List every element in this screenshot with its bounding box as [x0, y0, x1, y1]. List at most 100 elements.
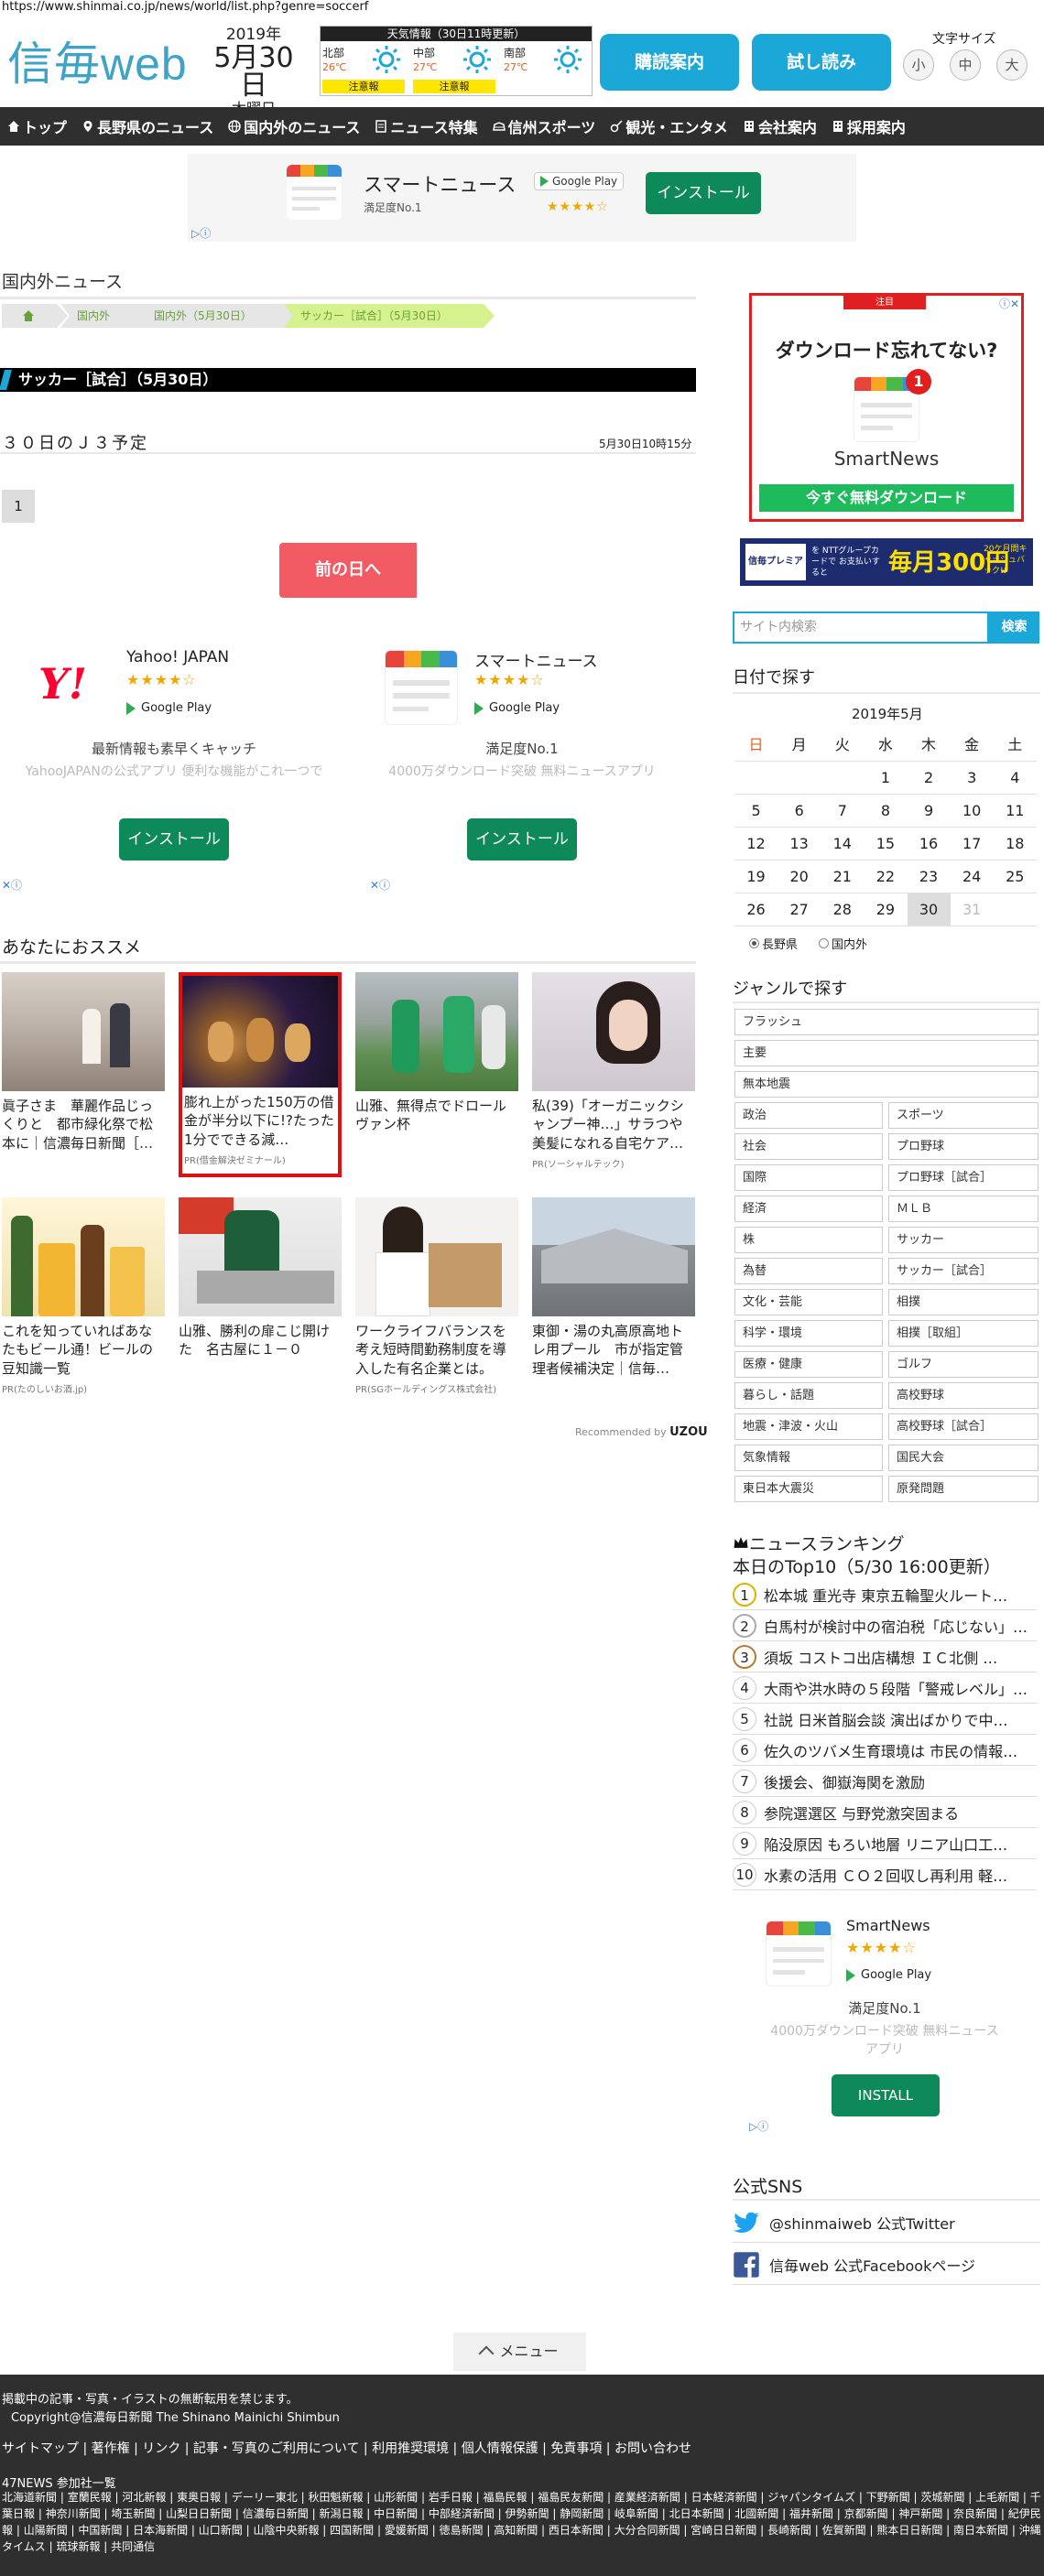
news-company-link[interactable]: 中部経済新聞	[418, 2507, 495, 2520]
ranking-item[interactable]: 6 佐久のツバメ生育環境は 市民の情報…	[733, 1736, 1037, 1766]
news-company-link[interactable]: 中日新聞	[363, 2507, 418, 2520]
calendar-day[interactable]: 28	[821, 893, 864, 925]
news-company-link[interactable]: 上毛新聞	[964, 2491, 1019, 2504]
genre-item[interactable]: 暮らし・話題	[734, 1382, 883, 1409]
calendar-day[interactable]: 11	[994, 795, 1037, 827]
premium-banner[interactable]: 信毎プレミアム を NTTグループカードで お支払いすると 毎月300円 20ケ…	[740, 538, 1033, 586]
nav-top[interactable]: トップ	[0, 107, 74, 146]
calendar-day[interactable]: 7	[821, 795, 864, 827]
news-company-link[interactable]: 西日本新聞	[538, 2524, 604, 2537]
weather-widget[interactable]: 天気情報（30日11時更新） 北部 26℃ 注意報 中部 27℃ 注意報 南部 …	[320, 26, 593, 96]
genre-item[interactable]: 国際	[734, 1164, 883, 1191]
nav-nagano[interactable]: 長野県のニュース	[74, 107, 221, 146]
footer-link[interactable]: 免責事項	[538, 2441, 603, 2456]
site-logo[interactable]: 信毎web	[7, 27, 188, 93]
subscribe-button[interactable]: 購読案内	[600, 34, 739, 91]
calendar-day[interactable]: 16	[908, 828, 951, 860]
news-company-link[interactable]: 熊本日日新聞	[866, 2524, 943, 2537]
news-company-link[interactable]: 産業経済新聞	[604, 2491, 680, 2504]
calendar-day[interactable]: 22	[864, 860, 907, 893]
news-company-link[interactable]: 秋田魁新報	[298, 2491, 364, 2504]
news-company-link[interactable]: 山陰中央新報	[243, 2524, 320, 2537]
genre-item[interactable]: 原発問題	[888, 1476, 1039, 1502]
news-company-link[interactable]: 佐賀新聞	[811, 2524, 866, 2537]
calendar-day[interactable]: 17	[951, 828, 994, 860]
calendar-day[interactable]: 18	[994, 828, 1037, 860]
genre-item[interactable]: 医療・健康	[734, 1351, 883, 1378]
footer-link[interactable]: 利用推奨環境	[359, 2441, 449, 2456]
news-company-link[interactable]: 河北新報	[112, 2491, 167, 2504]
calendar-day[interactable]: 1	[864, 762, 907, 794]
genre-item[interactable]: サッカー［試合］	[888, 1258, 1039, 1284]
font-size-large-button[interactable]: 大	[996, 49, 1028, 81]
radio-world[interactable]: 国内外	[819, 935, 867, 952]
recommend-card-pr[interactable]: 膨れ上がった150万の借金が半分以下に!?たった1分でできる減… PR(借金解決…	[179, 972, 342, 1177]
footer-link[interactable]: 著作権	[79, 2441, 130, 2456]
calendar-day[interactable]: 27	[778, 893, 821, 925]
calendar-day[interactable]: 12	[734, 828, 778, 860]
news-company-link[interactable]: 徳島新聞	[429, 2524, 484, 2537]
genre-item[interactable]: フラッシュ	[734, 1009, 1039, 1035]
genre-item[interactable]: 社会	[734, 1133, 883, 1160]
news-company-link[interactable]: 山陽新聞	[13, 2524, 68, 2537]
footer-link[interactable]: リンク	[130, 2441, 181, 2456]
calendar-day[interactable]: 5	[734, 795, 778, 827]
footer-link[interactable]: 個人情報保護	[449, 2441, 538, 2456]
news-company-link[interactable]: 下野新聞	[855, 2491, 910, 2504]
news-company-link[interactable]: 奈良新聞	[942, 2507, 997, 2520]
news-company-link[interactable]: ジャパンタイムズ	[757, 2491, 855, 2504]
adchoices-icon[interactable]: ⓘ✕	[999, 296, 1019, 311]
news-company-link[interactable]: 北日本新聞	[658, 2507, 724, 2520]
ranking-item[interactable]: 3 須坂 コストコ出店構想 ＩＣ北側 …	[733, 1642, 1037, 1672]
ad-install-button[interactable]: インストール	[119, 818, 229, 860]
recommend-card[interactable]: 山雅、勝利の扉こじ開けた 名古屋に１－０	[179, 1197, 342, 1359]
footer-link[interactable]: お問い合わせ	[602, 2441, 691, 2456]
ranking-item[interactable]: 10 水素の活用 ＣＯ２回収し再利用 軽…	[733, 1860, 1037, 1890]
news-company-link[interactable]: 南日本新聞	[942, 2524, 1008, 2537]
menu-button[interactable]: メニュー	[453, 2332, 586, 2371]
adchoices-icon[interactable]: ▷ⓘ	[191, 225, 211, 241]
calendar-day[interactable]: 2	[908, 762, 951, 794]
news-company-link[interactable]: 山梨日日新聞	[155, 2507, 232, 2520]
top-ad-banner[interactable]: スマートニュース 満足度No.1 Google Play ★★★★☆ インストー…	[188, 154, 856, 242]
calendar-day[interactable]: 20	[778, 860, 821, 893]
nav-recruit[interactable]: 採用案内	[824, 107, 913, 146]
news-company-link[interactable]: 四国新聞	[319, 2524, 374, 2537]
trial-read-button[interactable]: 試し読み	[752, 34, 891, 91]
news-company-link[interactable]: 岐阜新聞	[604, 2507, 658, 2520]
breadcrumb-home[interactable]	[2, 304, 68, 328]
calendar-day[interactable]: 29	[864, 893, 907, 925]
genre-item[interactable]: 相撲［取組］	[888, 1320, 1039, 1347]
ranking-item[interactable]: 1 松本城 重光寺 東京五輪聖火ルート…	[733, 1580, 1037, 1610]
news-company-link[interactable]: 新潟日報	[309, 2507, 364, 2520]
genre-item[interactable]: プロ野球	[888, 1133, 1039, 1160]
search-button[interactable]: 検索	[989, 612, 1039, 644]
calendar-day[interactable]: 4	[994, 762, 1037, 794]
radio-nagano[interactable]: 長野県	[749, 935, 798, 952]
genre-item[interactable]: 経済	[734, 1196, 883, 1222]
nav-world[interactable]: 国内外のニュース	[221, 107, 367, 146]
ranking-item[interactable]: 4 大雨や洪水時の５段階「警戒レベル」…	[733, 1673, 1037, 1704]
calendar-day[interactable]: 6	[778, 795, 821, 827]
genre-item[interactable]: スポーツ	[888, 1102, 1039, 1129]
facebook-link[interactable]: 信毎web 公式Facebookページ	[733, 2245, 1040, 2285]
recommend-card[interactable]: 東御・湯の丸高原高地トレ用プール 市が指定管理者候補決定｜信毎…	[532, 1197, 695, 1378]
calendar-day[interactable]: 14	[821, 828, 864, 860]
news-company-link[interactable]: 愛媛新聞	[374, 2524, 429, 2537]
genre-item[interactable]: 文化・芸能	[734, 1289, 883, 1315]
prev-day-button[interactable]: 前の日へ	[279, 543, 417, 598]
ranking-item[interactable]: 8 参院選選区 与野党激突固まる	[733, 1798, 1037, 1828]
calendar-day[interactable]: 25	[994, 860, 1037, 893]
breadcrumb-item[interactable]: 国内外（5月30日）	[137, 304, 302, 328]
news-company-link[interactable]: 琉球新報	[46, 2540, 101, 2553]
news-company-link[interactable]: 京都新聞	[833, 2507, 888, 2520]
adchoices-icon[interactable]: ✕ⓘ	[370, 877, 390, 893]
footer-link[interactable]: サイトマップ	[2, 2441, 79, 2456]
genre-item[interactable]: 主要	[734, 1040, 1039, 1066]
news-company-link[interactable]: 日本経済新聞	[680, 2491, 757, 2504]
calendar-day[interactable]: 21	[821, 860, 864, 893]
calendar-day[interactable]: 15	[864, 828, 907, 860]
ad-install-button[interactable]: インストール	[467, 818, 577, 860]
ranking-item[interactable]: 9 陥没原因 もろい地層 リニア山口工…	[733, 1829, 1037, 1859]
calendar-day[interactable]: 9	[908, 795, 951, 827]
